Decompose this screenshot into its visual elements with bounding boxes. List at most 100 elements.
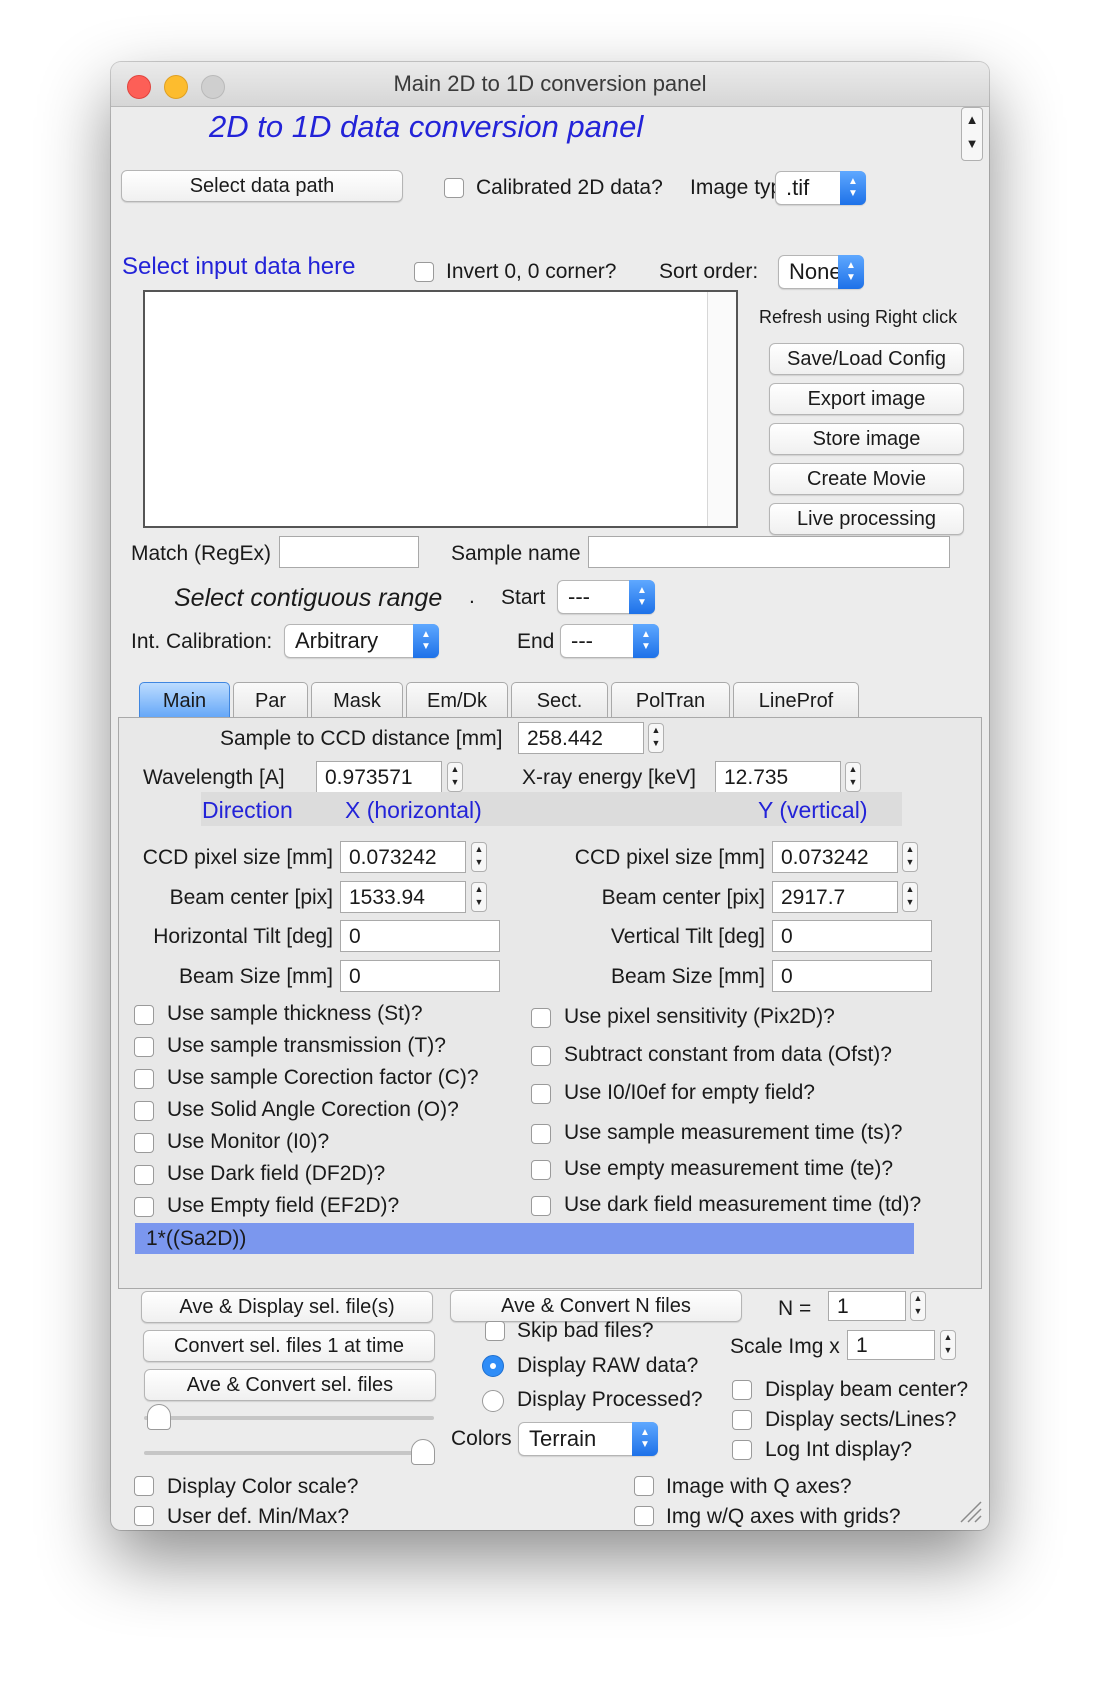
y-beam-center-stepper[interactable]: ▲ ▼ <box>902 882 918 912</box>
sort-order-value: None <box>789 259 842 284</box>
convert-one-at-time-button[interactable]: Convert sel. files 1 at time <box>143 1330 435 1362</box>
panel-scroll-arrows[interactable]: ▲ ▼ <box>961 107 983 161</box>
checkbox-sample-transmission[interactable] <box>134 1037 154 1057</box>
tab-mask[interactable]: Mask <box>311 682 403 718</box>
y-beam-size-input[interactable]: 0 <box>772 960 932 992</box>
distance-stepper[interactable]: ▲ ▼ <box>648 723 664 753</box>
x-beam-center-input[interactable]: 1533.94 <box>340 881 466 913</box>
checkbox-subtract-constant[interactable] <box>531 1046 551 1066</box>
formula-bar: 1*((Sa2D)) <box>135 1223 914 1254</box>
checkbox-dark-field[interactable] <box>134 1165 154 1185</box>
ave-convert-selected-button[interactable]: Ave & Convert sel. files <box>144 1369 436 1401</box>
invert-corner-checkbox[interactable] <box>414 262 434 282</box>
checkbox-dark-time[interactable] <box>531 1196 551 1216</box>
sample-transmission-label: Use sample transmission (T)? <box>167 1034 446 1057</box>
checkbox-pixel-sensitivity[interactable] <box>531 1008 551 1028</box>
tab-poltran[interactable]: PolTran <box>611 682 730 718</box>
checkbox-display-beam-center[interactable] <box>732 1380 752 1400</box>
energy-stepper[interactable]: ▲ ▼ <box>845 762 861 792</box>
dropdown-arrows-icon: ▲ ▼ <box>413 624 439 658</box>
y-beam-center-input[interactable]: 2917.7 <box>772 881 898 913</box>
create-movie-button[interactable]: Create Movie <box>769 463 964 495</box>
window-title: Main 2D to 1D conversion panel <box>393 71 707 96</box>
match-regex-input[interactable] <box>279 536 419 568</box>
min-slider-thumb[interactable] <box>147 1404 171 1430</box>
tab-lineprof[interactable]: LineProf <box>733 682 859 718</box>
n-stepper[interactable]: ▲ ▼ <box>910 1291 926 1321</box>
colors-select[interactable]: Terrain ▲ ▼ <box>518 1422 658 1456</box>
image-q-axes-label: Image with Q axes? <box>666 1475 852 1498</box>
end-select[interactable]: --- ▲ ▼ <box>560 624 659 658</box>
file-list-scrollbar[interactable] <box>707 292 736 526</box>
export-image-button[interactable]: Export image <box>769 383 964 415</box>
checkbox-monitor[interactable] <box>134 1133 154 1153</box>
empty-time-label: Use empty measurement time (te)? <box>564 1157 894 1180</box>
end-value: --- <box>571 628 593 653</box>
checkbox-user-def-minmax[interactable] <box>134 1506 154 1526</box>
wavelength-input[interactable]: 0.973571 <box>316 761 442 793</box>
dropdown-arrows-icon: ▲ ▼ <box>632 1422 658 1456</box>
int-calibration-select[interactable]: Arbitrary ▲ ▼ <box>284 624 439 658</box>
sort-order-select[interactable]: None ▲ ▼ <box>778 255 864 289</box>
scale-img-label: Scale Img x <box>730 1335 840 1358</box>
tab-par[interactable]: Par <box>233 682 308 718</box>
input-file-list[interactable] <box>143 290 738 528</box>
checkbox-solid-angle[interactable] <box>134 1101 154 1121</box>
i0-empty-label: Use I0/I0ef for empty field? <box>564 1081 815 1104</box>
checkbox-i0-empty[interactable] <box>531 1084 551 1104</box>
energy-label: X-ray energy [keV] <box>522 766 696 789</box>
radio-display-raw[interactable] <box>482 1355 504 1377</box>
vertical-tilt-input[interactable]: 0 <box>772 920 932 952</box>
sample-correction-label: Use sample Corection factor (C)? <box>167 1066 479 1089</box>
radio-display-processed[interactable] <box>482 1390 504 1412</box>
wavelength-stepper[interactable]: ▲ ▼ <box>447 762 463 792</box>
checkbox-image-q-axes[interactable] <box>634 1476 654 1496</box>
checkbox-display-sects[interactable] <box>732 1410 752 1430</box>
checkbox-display-color-scale[interactable] <box>134 1476 154 1496</box>
energy-input[interactable]: 12.735 <box>715 761 841 793</box>
invert-corner-label: Invert 0, 0 corner? <box>446 260 617 283</box>
tab-em-dk[interactable]: Em/Dk <box>406 682 508 718</box>
x-beam-center-label: Beam center [pix] <box>169 886 333 909</box>
display-beam-center-label: Display beam center? <box>765 1378 969 1401</box>
subtract-constant-label: Subtract constant from data (Ofst)? <box>564 1043 892 1066</box>
min-slider-track[interactable] <box>144 1416 434 1420</box>
x-pixel-size-input[interactable]: 0.073242 <box>340 841 466 873</box>
n-input[interactable]: 1 <box>828 1291 906 1321</box>
start-select[interactable]: --- ▲ ▼ <box>557 580 655 614</box>
checkbox-log-int[interactable] <box>732 1440 752 1460</box>
scale-img-input[interactable]: 1 <box>847 1330 935 1360</box>
colors-value: Terrain <box>529 1426 597 1451</box>
tab-main[interactable]: Main <box>139 682 230 718</box>
y-pixel-size-input[interactable]: 0.073242 <box>772 841 898 873</box>
y-beam-center-label: Beam center [pix] <box>601 886 765 909</box>
select-data-path-button[interactable]: Select data path <box>121 170 403 202</box>
y-pixel-size-label: CCD pixel size [mm] <box>574 846 765 869</box>
checkbox-sample-correction[interactable] <box>134 1069 154 1089</box>
checkbox-sample-thickness[interactable] <box>134 1005 154 1025</box>
scale-img-stepper[interactable]: ▲ ▼ <box>940 1330 956 1360</box>
live-processing-button[interactable]: Live processing <box>769 503 964 535</box>
ave-display-button[interactable]: Ave & Display sel. file(s) <box>141 1291 433 1323</box>
checkbox-skip-bad-files[interactable] <box>485 1321 505 1341</box>
checkbox-sample-time[interactable] <box>531 1124 551 1144</box>
store-image-button[interactable]: Store image <box>769 423 964 455</box>
checkbox-empty-time[interactable] <box>531 1160 551 1180</box>
img-q-grids-label: Img w/Q axes with grids? <box>666 1505 901 1528</box>
calibrated-2d-checkbox[interactable] <box>444 178 464 198</box>
dark-field-label: Use Dark field (DF2D)? <box>167 1162 386 1185</box>
log-int-label: Log Int display? <box>765 1438 913 1461</box>
resize-grip-icon[interactable] <box>953 1494 983 1524</box>
save-load-config-button[interactable]: Save/Load Config <box>769 343 964 375</box>
max-slider-track[interactable] <box>144 1451 434 1455</box>
y-pixel-size-stepper[interactable]: ▲ ▼ <box>902 842 918 872</box>
max-slider-thumb[interactable] <box>411 1439 435 1465</box>
checkbox-empty-field[interactable] <box>134 1197 154 1217</box>
sample-name-input[interactable] <box>588 536 950 568</box>
calibrated-2d-label: Calibrated 2D data? <box>476 176 663 199</box>
image-type-select[interactable]: .tif ▲ ▼ <box>775 171 866 205</box>
distance-input[interactable]: 258.442 <box>518 722 644 754</box>
vertical-tilt-label: Vertical Tilt [deg] <box>610 925 765 948</box>
checkbox-img-q-grids[interactable] <box>634 1506 654 1526</box>
tab-sect[interactable]: Sect. <box>511 682 608 718</box>
